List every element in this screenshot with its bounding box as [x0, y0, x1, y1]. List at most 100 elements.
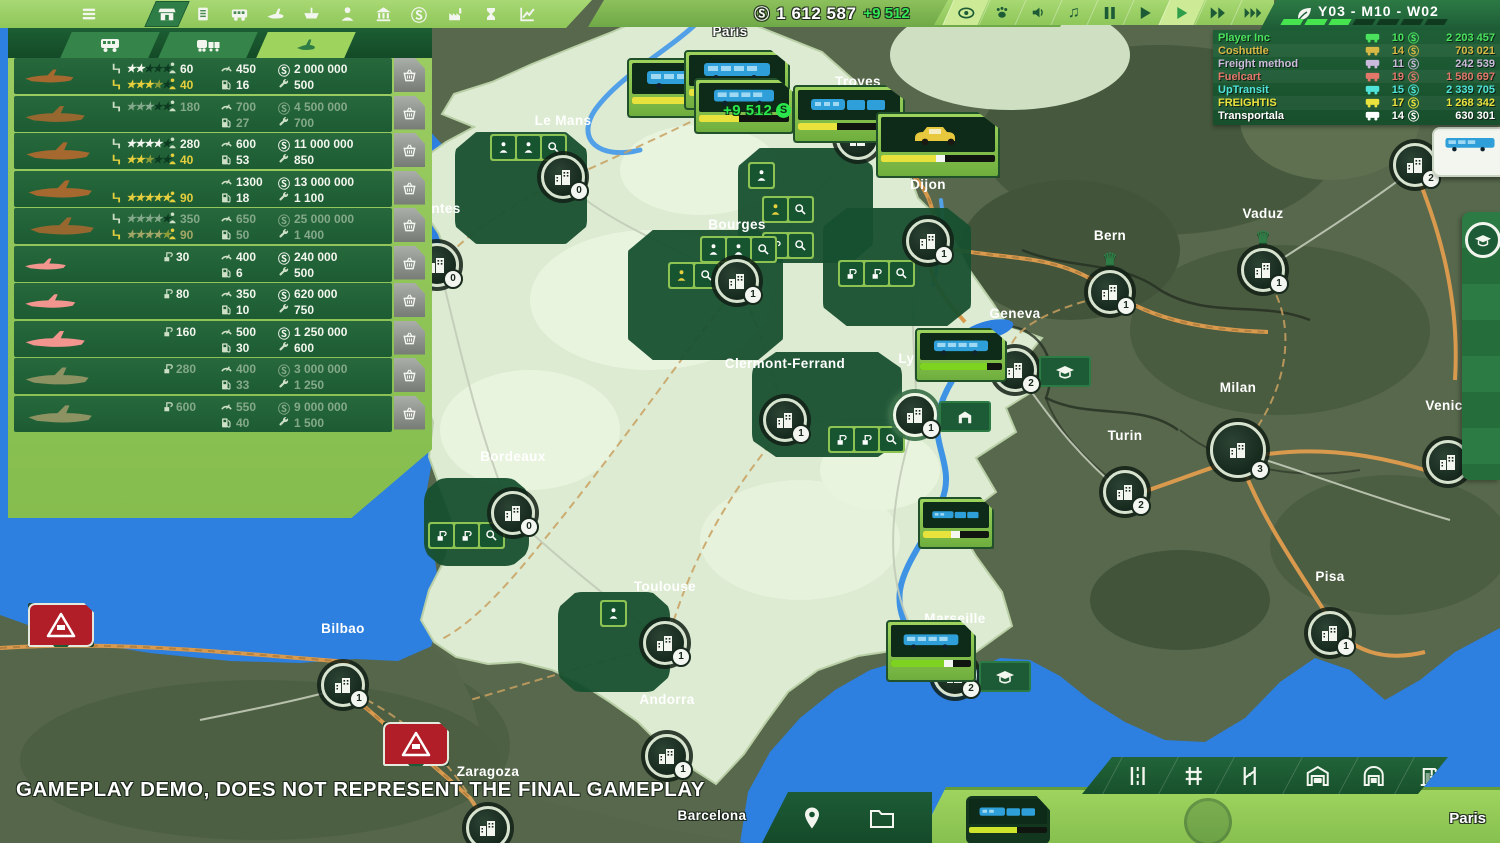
city-marker[interactable]: ♛ Zaragoza — [466, 806, 510, 843]
coin-s-icon: Ⓢ — [278, 325, 290, 342]
station-count-badge: 0 — [569, 181, 589, 201]
passenger-icon[interactable] — [702, 238, 725, 261]
leaderboard-row[interactable]: FREIGHTIS 17 Ⓢ 1 268 342 — [1213, 96, 1500, 109]
passenger-icon[interactable] — [602, 602, 625, 625]
city-marker[interactable]: ♛ 1 Pisa — [1308, 611, 1352, 655]
magnifier-icon[interactable] — [789, 198, 812, 221]
road-warning-badge[interactable] — [28, 603, 94, 647]
vehicle-offer-row[interactable]: 30 400 Ⓢ 240 000 6 500 — [14, 246, 392, 282]
passenger-icon[interactable] — [517, 136, 540, 159]
vehicle-offer-row[interactable]: 1300 Ⓢ 13 000 000 ★★★★★ 90 18 1 100 — [14, 171, 392, 207]
city-marker[interactable]: ♛ 1 Bern — [1088, 270, 1132, 314]
plane-icon — [295, 37, 317, 53]
basket-icon — [401, 180, 418, 196]
city-label: Zaragoza — [457, 764, 519, 779]
buy-button[interactable] — [394, 133, 425, 167]
tutorial-badge[interactable] — [1039, 356, 1091, 387]
locate-button[interactable] — [782, 792, 842, 843]
passenger-waiting-icon[interactable] — [670, 264, 693, 287]
routes-folder-button[interactable] — [852, 792, 912, 843]
buy-button[interactable] — [394, 283, 425, 317]
city-marker[interactable]: ♛ 1 Lyon — [893, 393, 937, 437]
leaderboard-row[interactable]: Transportala 14 Ⓢ 630 301 — [1213, 110, 1500, 123]
cargo-icon[interactable] — [830, 428, 853, 451]
selected-vehicle-thumbnail[interactable] — [966, 796, 1050, 843]
magnifier-icon[interactable] — [752, 238, 775, 261]
price-value: 11 000 000 — [294, 137, 353, 151]
cargo-icon[interactable] — [430, 524, 453, 547]
cargo-icon[interactable] — [840, 262, 863, 285]
tutorial-badge[interactable] — [979, 661, 1031, 692]
magnifier-icon[interactable] — [890, 262, 913, 285]
leaderboard-row[interactable]: Coshuttle 14 Ⓢ 703 021 — [1213, 44, 1500, 57]
game-date: Y03 - M10 - W02 — [1318, 3, 1439, 19]
buy-button[interactable] — [394, 246, 425, 280]
buy-button[interactable] — [394, 171, 425, 205]
fuel-value: 10 — [236, 303, 249, 317]
vehicle-offer-row[interactable]: ★★★★★ 60 450 Ⓢ 2 000 000 ★★★★★ 40 16 — [14, 58, 392, 94]
vehicle-card-bus[interactable] — [915, 328, 1007, 382]
city-marker[interactable]: ♛ 1 Clermont-Ferrand — [763, 398, 807, 442]
vehicle-offer-row[interactable]: 600 550 Ⓢ 9 000 000 40 1 500 — [14, 396, 392, 432]
seat-icon — [110, 191, 121, 204]
passenger-waiting-icon[interactable] — [764, 198, 787, 221]
vehicle-offer-row[interactable]: ★★★★★ 180 700 Ⓢ 4 500 000 27 7 — [14, 96, 392, 132]
leaderboard-row[interactable]: Player Inc 10 Ⓢ 2 203 457 — [1213, 31, 1500, 44]
city-marker[interactable]: ♛ 1 Toulouse — [643, 621, 687, 665]
buy-button[interactable] — [394, 96, 425, 130]
vehicle-offer-row[interactable]: ★★★★★ 350 650 Ⓢ 25 000 000 ★★★★★ 90 50 — [14, 208, 392, 244]
tutorial-strip[interactable] — [1462, 212, 1500, 480]
city-marker[interactable]: ♛ 3 Milan — [1210, 422, 1266, 478]
city-label: Andorra — [639, 692, 694, 707]
next-vehicle-button[interactable] — [1346, 802, 1368, 824]
catchment-tools — [838, 260, 915, 287]
passenger-icon[interactable] — [750, 164, 773, 187]
cargo-icon[interactable] — [865, 262, 888, 285]
city-marker[interactable]: ♛ 2 — [1393, 143, 1437, 187]
city-marker[interactable]: ♛ 1 Bilbao — [321, 663, 365, 707]
cargo-icon[interactable] — [455, 524, 478, 547]
prev-vehicle-button[interactable] — [938, 802, 960, 824]
vehicle-card-taxi[interactable] — [876, 112, 1000, 178]
price-value: 2 000 000 — [294, 62, 347, 76]
tab-planes[interactable] — [256, 32, 356, 58]
taxi-icon — [909, 122, 967, 146]
city-marker[interactable]: ♛ 1 Vaduz — [1241, 248, 1285, 292]
speed-value: 450 — [236, 62, 256, 76]
tab-buses[interactable] — [60, 32, 160, 58]
buy-button[interactable] — [394, 208, 425, 242]
vehicle-offer-row[interactable]: 280 400 Ⓢ 3 000 000 33 1 250 — [14, 358, 392, 394]
city-marker[interactable]: ♛ 1 Dijon — [906, 219, 950, 263]
vehicle-card-train[interactable] — [918, 497, 994, 549]
city-marker[interactable]: ♛ 1 Andorra — [645, 734, 689, 778]
buy-button[interactable] — [394, 321, 425, 355]
city-marker[interactable]: ♛ 0 Le Mans — [541, 155, 585, 199]
vehicle-offer-row[interactable]: ★★★★★ 280 600 Ⓢ 11 000 000 ★★★★★ 40 53 — [14, 133, 392, 169]
leaderboard-row[interactable]: UpTransit 15 Ⓢ 2 339 705 — [1213, 83, 1500, 96]
buy-button[interactable] — [394, 358, 425, 392]
city-marker[interactable]: ♛ 0 Bordeaux — [491, 491, 535, 535]
buy-button[interactable] — [394, 396, 425, 430]
depot-badge[interactable] — [939, 401, 991, 432]
road-warning-badge[interactable] — [383, 722, 449, 766]
city-marker[interactable]: ♛ 1 Bourges — [715, 259, 759, 303]
magnifier-icon[interactable] — [789, 234, 812, 257]
buy-button[interactable] — [394, 58, 425, 92]
bus-icon — [230, 5, 249, 23]
tab-trains[interactable] — [158, 32, 258, 58]
menu-button[interactable] — [66, 1, 112, 27]
leaderboard-row[interactable]: Freight method 11 Ⓢ 242 539 — [1213, 57, 1500, 70]
vehicle-offer-row[interactable]: 160 500 Ⓢ 1 250 000 30 600 — [14, 321, 392, 357]
vehicle-offer-row[interactable]: 80 350 Ⓢ 620 000 10 750 — [14, 283, 392, 319]
vehicle-card-bus[interactable] — [886, 620, 976, 682]
warning-triangle-icon — [401, 731, 431, 757]
bus-icon — [1444, 135, 1496, 153]
leaderboard-row[interactable]: Fuelcart 19 Ⓢ 1 580 697 — [1213, 70, 1500, 83]
fuel-icon — [220, 378, 231, 391]
city-marker[interactable]: ♛ 2 Turin — [1103, 470, 1147, 514]
leaderboard[interactable]: Player Inc 10 Ⓢ 2 203 457 Coshuttle 14 Ⓢ… — [1213, 30, 1500, 125]
vehicle-card-bus[interactable] — [1432, 127, 1500, 177]
cargo-icon[interactable] — [855, 428, 878, 451]
passenger-icon[interactable] — [727, 238, 750, 261]
passenger-icon[interactable] — [492, 136, 515, 159]
